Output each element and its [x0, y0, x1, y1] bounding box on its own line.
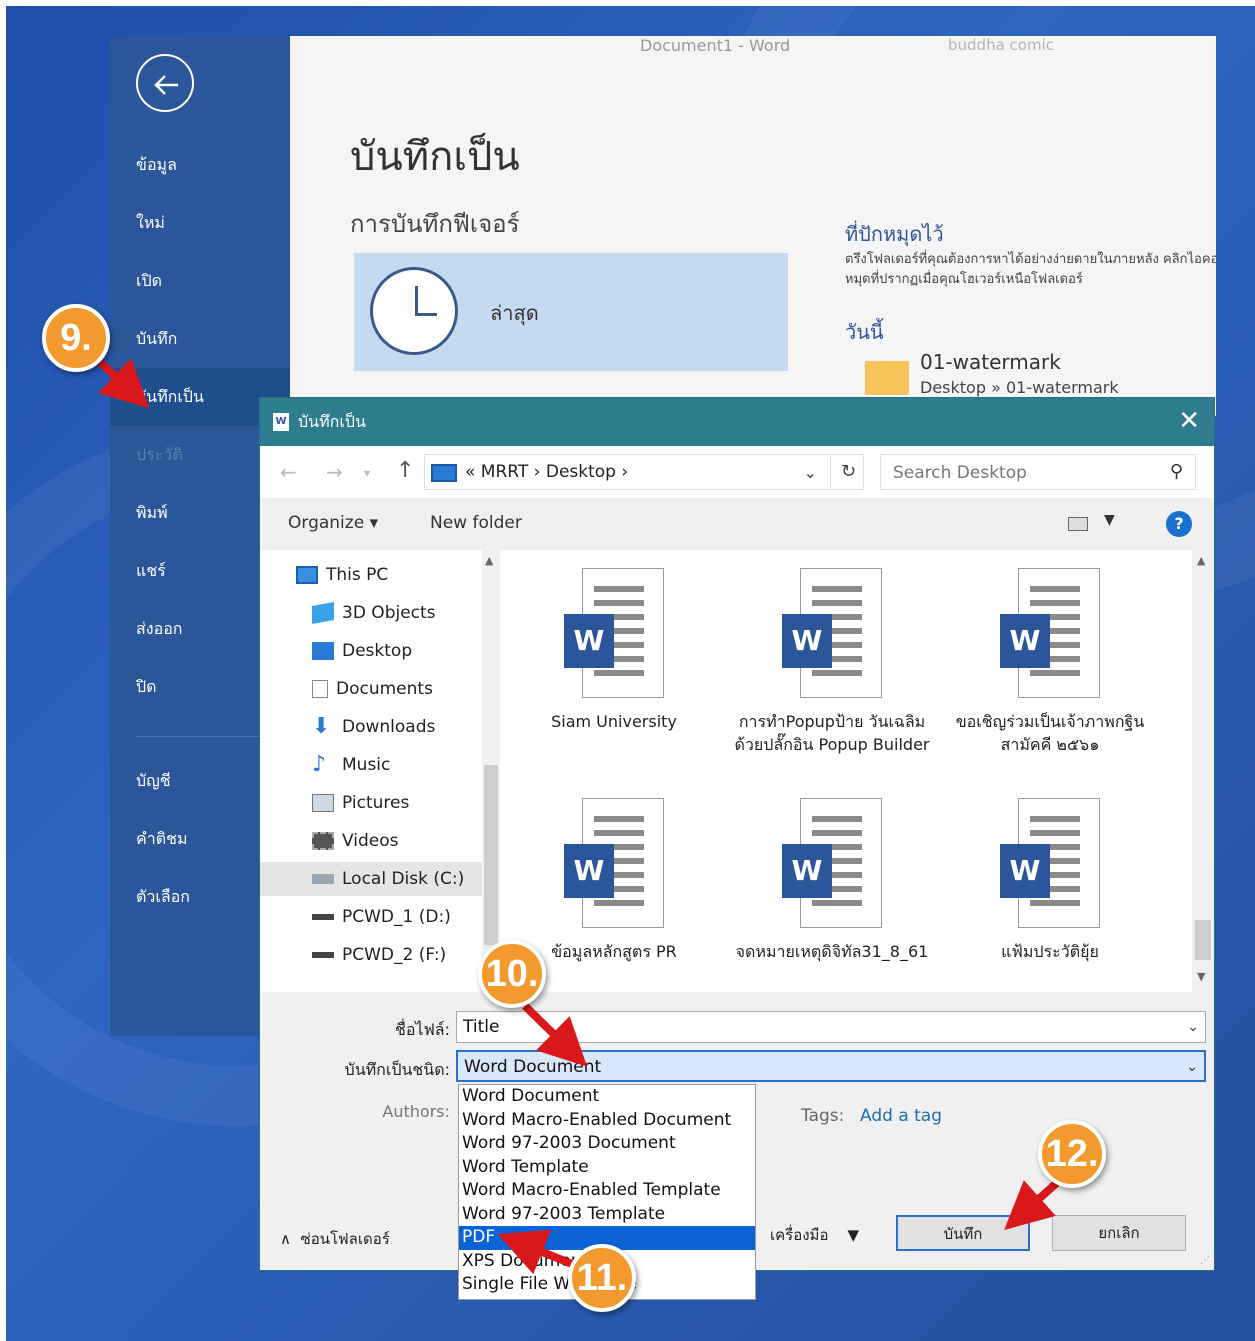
arrow-step-9	[97, 358, 150, 409]
arrow-step-12	[1004, 1177, 1063, 1231]
arrow-step-10	[522, 1003, 588, 1067]
step-marker-9: 9.	[42, 304, 110, 372]
step-marker-12: 12.	[1038, 1120, 1106, 1188]
step-marker-11: 11.	[568, 1244, 636, 1312]
step-marker-10: 10.	[478, 940, 546, 1008]
